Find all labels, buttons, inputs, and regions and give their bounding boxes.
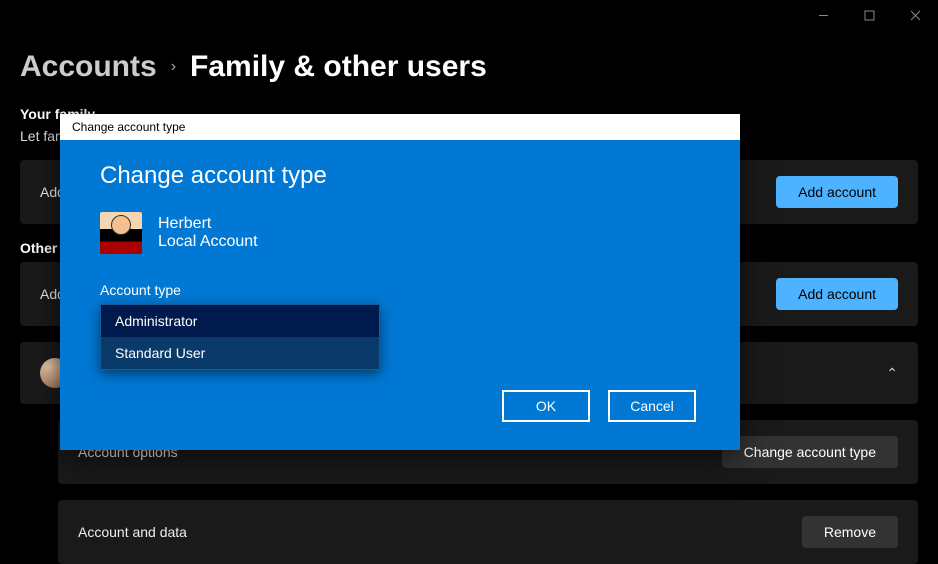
ok-button[interactable]: OK xyxy=(502,390,590,422)
dialog-user-account-type: Local Account xyxy=(158,233,258,251)
dialog-heading: Change account type xyxy=(100,162,700,190)
dialog-user-info: Herbert Local Account xyxy=(100,212,700,254)
minimize-icon xyxy=(818,10,829,21)
dropdown-option-administrator[interactable]: Administrator xyxy=(101,305,379,337)
account-type-field-label: Account type xyxy=(100,282,700,298)
change-account-type-button[interactable]: Change account type xyxy=(722,436,898,468)
add-family-button[interactable]: Add account xyxy=(776,176,898,208)
close-button[interactable] xyxy=(892,2,938,28)
account-data-row: Account and data Remove xyxy=(58,500,918,564)
dropdown-option-standard-user[interactable]: Standard User xyxy=(101,337,379,369)
user-avatar-icon xyxy=(100,212,142,254)
account-type-dropdown[interactable]: Administrator Standard User xyxy=(100,304,380,370)
remove-button[interactable]: Remove xyxy=(802,516,898,548)
account-data-label: Account and data xyxy=(78,524,187,540)
window-titlebar xyxy=(0,0,938,30)
cancel-button[interactable]: Cancel xyxy=(608,390,696,422)
dialog-titlebar: Change account type xyxy=(60,114,740,140)
chevron-right-icon: › xyxy=(171,58,176,76)
dialog-user-name: Herbert xyxy=(158,215,258,233)
chevron-up-icon[interactable]: ⌃ xyxy=(886,365,898,382)
breadcrumb: Accounts › Family & other users xyxy=(20,50,918,84)
breadcrumb-parent[interactable]: Accounts xyxy=(20,50,157,84)
maximize-button[interactable] xyxy=(846,2,892,28)
close-icon xyxy=(910,10,921,21)
page-title: Family & other users xyxy=(190,50,487,84)
add-other-button[interactable]: Add account xyxy=(776,278,898,310)
minimize-button[interactable] xyxy=(800,2,846,28)
change-account-type-dialog: Change account type Change account type … xyxy=(60,114,740,450)
maximize-icon xyxy=(864,10,875,21)
